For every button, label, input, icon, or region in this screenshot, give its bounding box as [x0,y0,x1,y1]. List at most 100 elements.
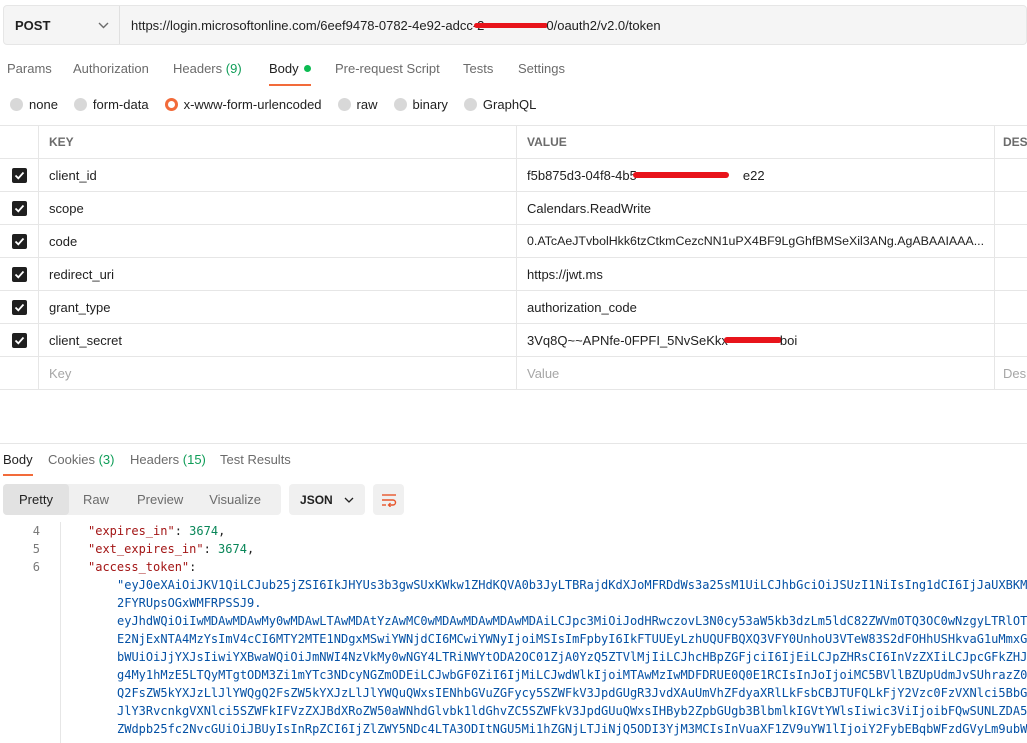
redaction-mark [723,337,782,343]
value-tail: e22 [742,167,765,183]
redaction-mark [632,172,729,178]
checkbox-cell [0,357,39,389]
active-tab-underline [269,84,311,86]
description-cell[interactable] [995,159,1027,191]
value-cell[interactable]: f5b875d3-04f8-4b5 e22 [517,159,995,191]
radio-form-data[interactable]: form-data [73,97,149,112]
value-cell[interactable]: 0.ATcAeJTvbolHkk6tzCtkmCezcNN1uPX4BF9LgG… [517,225,995,257]
radio-selected-icon [164,98,178,111]
description-cell[interactable] [995,225,1027,257]
key-cell[interactable]: code [39,225,517,257]
response-tab-body[interactable]: Body [3,452,33,467]
value-cell[interactable]: 3Vq8Q~~APNfe-0FPFI_5NvSeKkx boi [517,324,995,356]
radio-circle-icon [10,98,23,111]
radio-x-www-form-urlencoded[interactable]: x-www-form-urlencoded [164,97,322,112]
token-line: JlY3RvcnkgVXNlci5SZWFkIFVzZXJBdXRoZW50aW… [117,704,1027,718]
value-cell[interactable]: authorization_code [517,291,995,323]
urlencoded-params-table: KEY VALUE DES client_id f5b875d3-04f8-4b… [0,125,1027,390]
key-cell[interactable]: grant_type [39,291,517,323]
description-cell[interactable] [995,324,1027,356]
view-preview[interactable]: Preview [123,484,197,515]
tab-authorization[interactable]: Authorization [73,61,149,76]
active-response-tab-underline [3,474,33,476]
token-line: E2NjExNTA4MzYsImV4cCI6MTY2MTE1NDgxMSwiYW… [117,632,1027,646]
line-number: 4 [32,524,40,538]
radio-raw[interactable]: raw [337,97,378,112]
chevron-down-icon [344,497,354,503]
format-select[interactable]: JSON [289,484,366,515]
description-cell[interactable] [995,258,1027,290]
row-checkbox[interactable] [11,200,27,216]
tab-settings[interactable]: Settings [518,61,565,76]
code-content: "ext_expires_in": 3674, [88,542,255,556]
radio-none[interactable]: none [10,97,58,112]
table-row: grant_type authorization_code [0,291,1027,324]
header-description: DES [1003,135,1027,149]
view-visualize[interactable]: Visualize [197,484,281,515]
response-divider [0,443,1027,444]
token-line: g4My1hMzE5LTQyMTgtODM3Zi1mYTc3NDcyNGZmOD… [117,668,1027,682]
token-line: bWUiOiJjYXJsIiwiYXBwaWQiOiJmNWI4NzVkMy0w… [117,650,1027,664]
json-key: "ext_expires_in" [88,542,204,556]
wrap-lines-button[interactable] [373,484,405,515]
response-body-editor[interactable]: 4 "expires_in": 3674, 5 "ext_expires_in"… [0,522,1027,743]
value-cell[interactable]: Calendars.ReadWrite [517,192,995,224]
wrap-lines-icon [381,493,396,507]
radio-circle-icon [463,98,477,111]
row-checkbox[interactable] [11,266,27,282]
key-cell[interactable]: scope [39,192,517,224]
check-icon [14,237,24,246]
line-number: 6 [32,560,40,574]
response-tab-test-results[interactable]: Test Results [220,452,291,467]
view-raw[interactable]: Raw [69,484,123,515]
radio-graphql[interactable]: GraphQL [463,97,536,112]
token-line: Q2FsZW5kYXJzLlJlYWQgQ2FsZW5kYXJzLlJlYWQu… [117,686,1027,700]
request-url-bar: POST https://login.microsoftonline.com/6… [3,5,1027,45]
method-select[interactable]: POST [4,6,120,44]
token-line: 2FYRUpsOGxWMFRPSSJ9. [117,596,262,610]
checkbox-cell [0,324,39,356]
key-cell[interactable]: client_secret [39,324,517,356]
json-number: 3674 [218,542,247,556]
check-icon [14,204,24,213]
value-cell[interactable]: https://jwt.ms [517,258,995,290]
table-header-row: KEY VALUE DES [0,126,1027,159]
tab-headers[interactable]: Headers (9) [173,61,242,76]
value-tail: boi [779,332,798,348]
new-value-input[interactable]: Value [517,357,995,389]
radio-circle-icon [73,98,87,111]
tab-pre-request-script[interactable]: Pre-request Script [335,61,440,76]
json-key: "expires_in" [88,524,175,538]
description-cell[interactable] [995,192,1027,224]
radio-binary[interactable]: binary [393,97,448,112]
row-checkbox[interactable] [11,167,27,183]
view-pretty[interactable]: Pretty [3,484,69,515]
view-mode-switcher: Pretty Raw Preview Visualize [3,484,282,515]
table-row: client_secret 3Vq8Q~~APNfe-0FPFI_5NvSeKk… [0,324,1027,357]
table-row: code 0.ATcAeJTvbolHkk6tzCtkmCezcNN1uPX4B… [0,225,1027,258]
key-cell[interactable]: redirect_uri [39,258,517,290]
tab-body[interactable]: Body [269,61,311,76]
response-tab-cookies[interactable]: Cookies (3) [48,452,114,467]
row-checkbox[interactable] [11,332,27,348]
check-icon [14,336,24,345]
body-type-options: none form-data x-www-form-urlencoded raw… [10,97,552,112]
token-line: ZWdpb25fc2NvcGUiOiJBUyIsInRpZCI6IjZlZWY5… [117,722,1027,736]
response-tab-headers[interactable]: Headers (15) [130,452,206,467]
value-text: 3Vq8Q~~APNfe-0FPFI_5NvSeKkx [527,332,728,348]
new-key-input[interactable]: Key [39,357,517,389]
line-number: 5 [32,542,40,556]
description-cell[interactable] [995,291,1027,323]
value-text: 0.ATcAeJTvbolHkk6tzCtkmCezcNN1uPX4BF9LgG… [527,234,985,248]
json-key: "access_token" [88,560,190,574]
new-description-input[interactable]: Des [995,357,1027,389]
tab-params[interactable]: Params [7,61,52,76]
url-prefix: https://login.microsoftonline.com/6eef94… [131,17,485,33]
key-cell[interactable]: client_id [39,159,517,191]
row-checkbox[interactable] [11,299,27,315]
token-line: "eyJ0eXAiOiJKV1QiLCJub25jZSI6IkJHYUs3b3g… [117,578,1027,592]
url-input[interactable]: https://login.microsoftonline.com/6eef94… [120,6,1026,44]
row-checkbox[interactable] [11,233,27,249]
tab-tests[interactable]: Tests [463,61,493,76]
table-row-new: Key Value Des [0,357,1027,390]
